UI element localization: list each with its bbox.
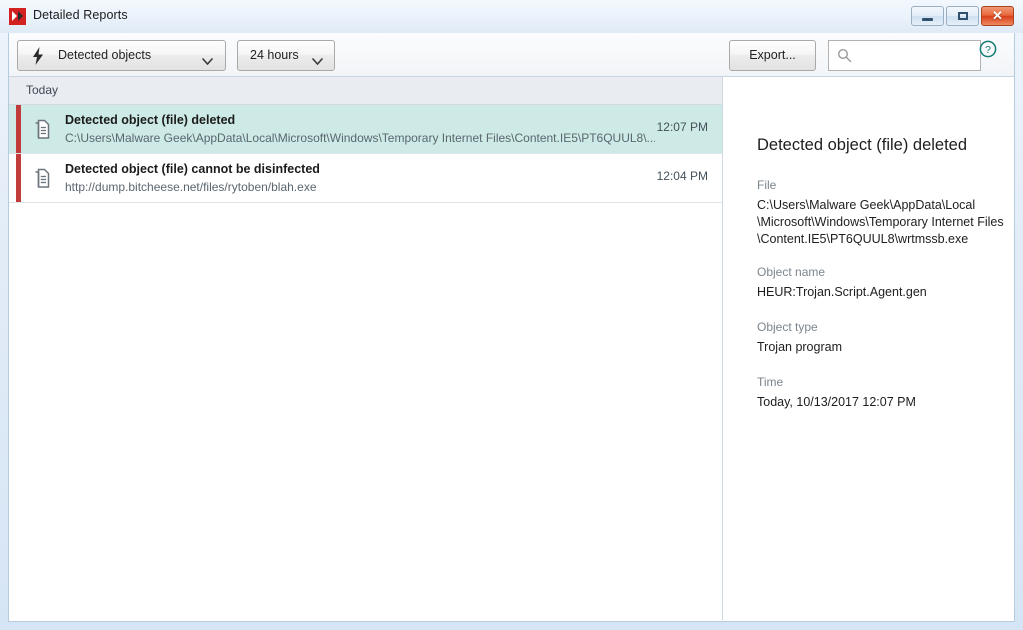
minimize-icon <box>912 7 943 25</box>
detail-title: Detected object (file) deleted <box>757 136 968 154</box>
detail-field-object-name: Object name HEUR:Trojan.Script.Agent.gen <box>757 265 1007 301</box>
list-group-header: Today <box>9 77 722 105</box>
row-subtitle: C:\Users\Malware Geek\AppData\Local\Micr… <box>65 131 655 145</box>
row-title: Detected object (file) deleted <box>65 113 236 127</box>
export-button[interactable]: Export... <box>729 40 816 71</box>
lightning-bolt-icon <box>31 47 45 65</box>
detail-field-label: Time <box>757 375 784 389</box>
maximize-button[interactable] <box>946 6 979 26</box>
row-time: 12:07 PM <box>656 120 708 134</box>
table-row[interactable]: Detected object (file) cannot be disinfe… <box>9 154 722 203</box>
detail-field-file: File C:\Users\Malware Geek\AppData\Local… <box>757 178 1007 248</box>
object-filter-label: Detected objects <box>58 48 152 62</box>
row-time: 12:04 PM <box>656 169 708 183</box>
detail-field-time: Time Today, 10/13/2017 12:07 PM <box>757 375 1007 411</box>
detail-field-label: File <box>757 178 777 192</box>
help-circle-icon: ? <box>979 40 997 62</box>
detail-field-value: Trojan program <box>757 340 842 354</box>
help-button[interactable]: ? <box>979 40 997 58</box>
detail-field-label: Object name <box>757 265 826 279</box>
minimize-button[interactable] <box>911 6 944 26</box>
severity-marker <box>16 154 21 202</box>
svg-text:?: ? <box>985 44 991 56</box>
kaspersky-logo-icon <box>9 8 26 25</box>
document-stack-icon <box>34 119 51 140</box>
detail-field-object-type: Object type Trojan program <box>757 320 1007 356</box>
table-row[interactable]: Detected object (file) deleted C:\Users\… <box>9 105 722 154</box>
application-window: Detailed Reports ✕ Detected objects 24 h… <box>0 0 1023 630</box>
list-group-header-label: Today <box>26 83 59 97</box>
maximize-icon <box>947 7 978 25</box>
row-subtitle: http://dump.bitcheese.net/files/rytoben/… <box>65 180 317 194</box>
client-area: Detected objects 24 hours Export... Toda… <box>8 33 1015 622</box>
severity-marker <box>16 105 21 153</box>
chevron-down-icon <box>202 52 213 66</box>
export-button-label: Export... <box>749 48 796 62</box>
object-filter-dropdown[interactable]: Detected objects <box>17 40 226 71</box>
period-filter-dropdown[interactable]: 24 hours <box>237 40 335 71</box>
detail-field-value: HEUR:Trojan.Script.Agent.gen <box>757 285 927 299</box>
detail-field-value: Today, 10/13/2017 12:07 PM <box>757 395 916 409</box>
document-stack-icon <box>34 168 51 189</box>
search-box[interactable] <box>828 40 981 72</box>
detail-pane: Detected object (file) deleted File C:\U… <box>724 77 1014 620</box>
toolbar: Detected objects 24 hours Export... <box>9 33 1014 77</box>
title-bar: Detailed Reports ✕ <box>0 0 1023 33</box>
close-icon: ✕ <box>992 8 1003 23</box>
detail-field-label: Object type <box>757 320 818 334</box>
window-title: Detailed Reports <box>33 8 128 22</box>
period-filter-label: 24 hours <box>250 48 299 62</box>
close-button[interactable]: ✕ <box>981 6 1014 26</box>
search-icon <box>837 48 852 63</box>
search-input[interactable] <box>857 41 979 72</box>
row-title: Detected object (file) cannot be disinfe… <box>65 162 320 176</box>
chevron-down-icon <box>312 52 323 66</box>
detail-field-value: C:\Users\Malware Geek\AppData\Local \Mic… <box>757 198 1004 246</box>
event-list-pane: Today Detected object (file) deleted C:\… <box>9 77 723 620</box>
